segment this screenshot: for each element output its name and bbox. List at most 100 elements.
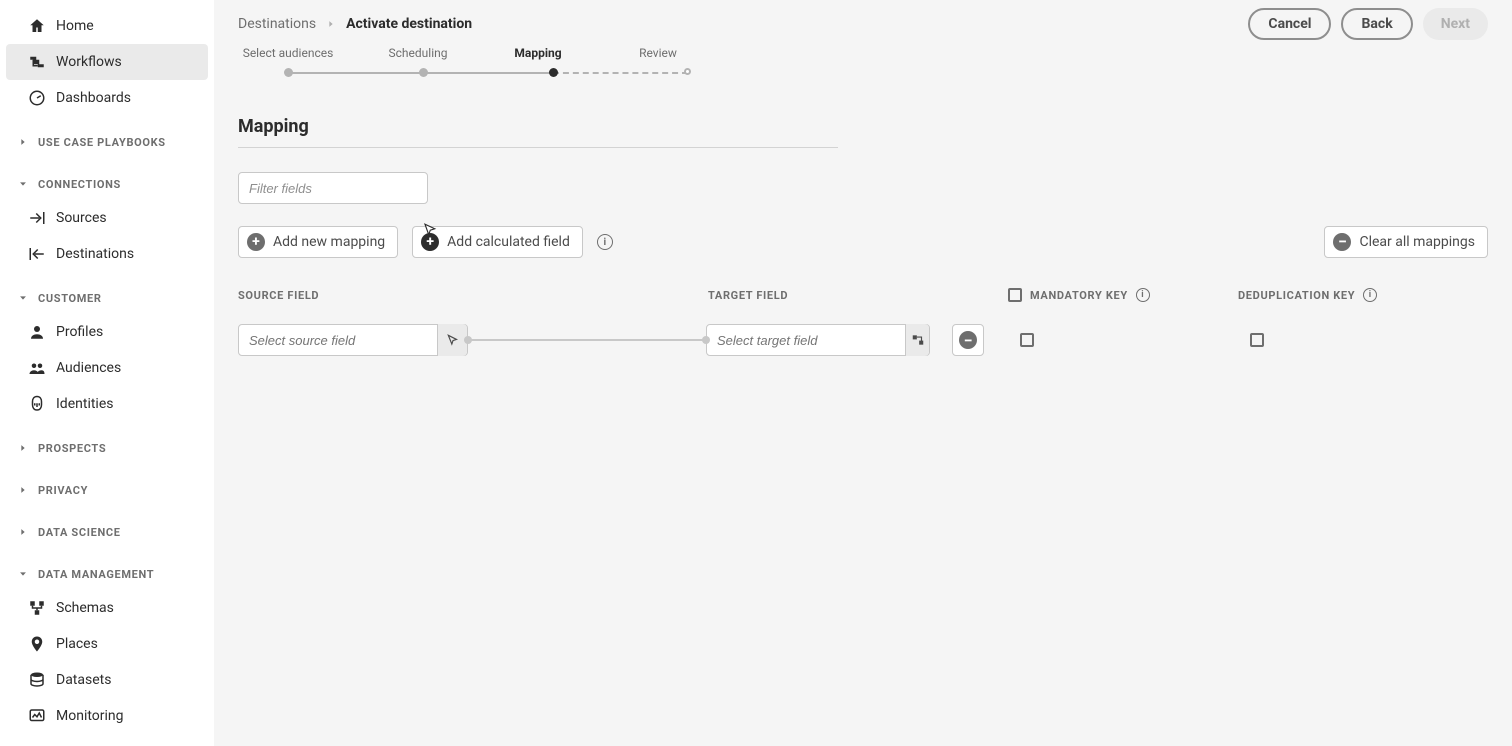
- button-label: Clear all mappings: [1359, 234, 1475, 250]
- section-label: DATA SCIENCE: [38, 526, 121, 539]
- back-button[interactable]: Back: [1341, 8, 1412, 40]
- section-privacy[interactable]: PRIVACY: [0, 474, 214, 506]
- nav-workflows[interactable]: Workflows: [6, 44, 208, 80]
- chevron-right-icon: [326, 19, 336, 29]
- sources-icon: [28, 209, 46, 227]
- home-icon: [28, 17, 46, 35]
- minus-icon: −: [1333, 233, 1351, 251]
- monitoring-icon: [28, 707, 46, 725]
- breadcrumb-root[interactable]: Destinations: [238, 16, 316, 32]
- step-label: Scheduling: [378, 46, 458, 60]
- step-node: [284, 68, 293, 77]
- nav-label: Destinations: [56, 246, 134, 262]
- nav-dashboards[interactable]: Dashboards: [0, 80, 214, 116]
- divider: [238, 147, 838, 148]
- topbar: Destinations Activate destination Cancel…: [214, 0, 1512, 40]
- content-area: Mapping + Add new mapping + Add calculat…: [214, 86, 1512, 372]
- chevron-right-icon: [16, 525, 30, 539]
- remove-mapping-button[interactable]: −: [952, 324, 984, 356]
- audiences-icon: [28, 359, 46, 377]
- cancel-button[interactable]: Cancel: [1248, 8, 1331, 40]
- schemas-icon: [28, 599, 46, 617]
- sidebar: Home Workflows Dashboards USE CASE PLAYB…: [0, 0, 214, 746]
- chevron-down-icon: [16, 291, 30, 305]
- section-customer[interactable]: CUSTOMER: [0, 282, 214, 314]
- nav-destinations[interactable]: Destinations: [0, 236, 214, 272]
- plus-icon: +: [421, 233, 439, 251]
- chevron-right-icon: [16, 135, 30, 149]
- columns-header: SOURCE FIELD TARGET FIELD MANDATORY KEY …: [238, 288, 1488, 302]
- col-target-header: TARGET FIELD: [708, 289, 1008, 302]
- section-label: CONNECTIONS: [38, 178, 121, 191]
- page-title: Mapping: [238, 116, 1488, 137]
- mapping-connector: [468, 339, 706, 341]
- nav-label: Monitoring: [56, 708, 124, 724]
- section-prospects[interactable]: PROSPECTS: [0, 432, 214, 464]
- target-field-input[interactable]: [707, 325, 905, 355]
- filter-fields-input[interactable]: [238, 172, 428, 204]
- add-new-mapping-button[interactable]: + Add new mapping: [238, 226, 398, 258]
- places-icon: [28, 635, 46, 653]
- stepper: Select audiences Scheduling Mapping Revi…: [214, 40, 1512, 86]
- source-field-input[interactable]: [239, 325, 437, 355]
- nav-sources[interactable]: Sources: [0, 200, 214, 236]
- section-use-case-playbooks[interactable]: USE CASE PLAYBOOKS: [0, 126, 214, 158]
- nav-places[interactable]: Places: [0, 626, 214, 662]
- map-target-icon[interactable]: [905, 324, 929, 356]
- checkbox-icon[interactable]: [1008, 288, 1022, 302]
- breadcrumb-current: Activate destination: [346, 16, 472, 32]
- step-label: Select audiences: [238, 46, 338, 60]
- button-label: Add new mapping: [273, 234, 385, 250]
- target-field-select[interactable]: [706, 324, 930, 356]
- add-calculated-field-button[interactable]: + Add calculated field: [412, 226, 583, 258]
- mapping-row: −: [238, 324, 1488, 356]
- nav-label: Audiences: [56, 360, 121, 376]
- destinations-icon: [28, 245, 46, 263]
- nav-home[interactable]: Home: [0, 8, 214, 44]
- nav-label: Datasets: [56, 672, 111, 688]
- identities-icon: [28, 395, 46, 413]
- nav-datasets[interactable]: Datasets: [0, 662, 214, 698]
- workflow-icon: [28, 53, 46, 71]
- plus-icon: +: [247, 233, 265, 251]
- header-actions: Cancel Back Next: [1248, 8, 1488, 40]
- nav-label: Places: [56, 636, 98, 652]
- next-button: Next: [1423, 8, 1488, 40]
- mapping-toolbar: + Add new mapping + Add calculated field…: [238, 226, 1488, 258]
- nav-label: Home: [56, 18, 94, 34]
- nav-identities[interactable]: Identities: [0, 386, 214, 422]
- chevron-down-icon: [16, 567, 30, 581]
- section-label: DATA MANAGEMENT: [38, 568, 154, 581]
- profile-icon: [28, 323, 46, 341]
- step-node-future: [684, 68, 691, 75]
- section-connections[interactable]: CONNECTIONS: [0, 168, 214, 200]
- clear-all-mappings-button[interactable]: − Clear all mappings: [1324, 226, 1488, 258]
- info-icon[interactable]: i: [597, 234, 613, 250]
- nav-label: Workflows: [56, 54, 122, 70]
- section-data-science[interactable]: DATA SCIENCE: [0, 516, 214, 548]
- info-icon[interactable]: i: [1363, 288, 1377, 302]
- col-mandatory-header: MANDATORY KEY i: [1008, 288, 1238, 302]
- nav-profiles[interactable]: Profiles: [0, 314, 214, 350]
- breadcrumb: Destinations Activate destination: [238, 16, 472, 32]
- step-label: Mapping: [498, 46, 578, 60]
- nav-audiences[interactable]: Audiences: [0, 350, 214, 386]
- col-label: DEDUPLICATION KEY: [1238, 289, 1355, 302]
- nav-label: Profiles: [56, 324, 103, 340]
- minus-icon: −: [959, 331, 977, 349]
- mandatory-checkbox[interactable]: [1020, 333, 1034, 347]
- select-arrow-icon[interactable]: [437, 324, 467, 356]
- datasets-icon: [28, 671, 46, 689]
- section-label: PRIVACY: [38, 484, 88, 497]
- nav-label: Schemas: [56, 600, 114, 616]
- nav-schemas[interactable]: Schemas: [0, 590, 214, 626]
- chevron-right-icon: [16, 441, 30, 455]
- section-data-management[interactable]: DATA MANAGEMENT: [0, 558, 214, 590]
- col-label: MANDATORY KEY: [1030, 289, 1128, 302]
- dedup-checkbox[interactable]: [1250, 333, 1264, 347]
- source-field-select[interactable]: [238, 324, 468, 356]
- dashboard-icon: [28, 89, 46, 107]
- nav-monitoring[interactable]: Monitoring: [0, 698, 214, 734]
- info-icon[interactable]: i: [1136, 288, 1150, 302]
- step-node: [419, 68, 428, 77]
